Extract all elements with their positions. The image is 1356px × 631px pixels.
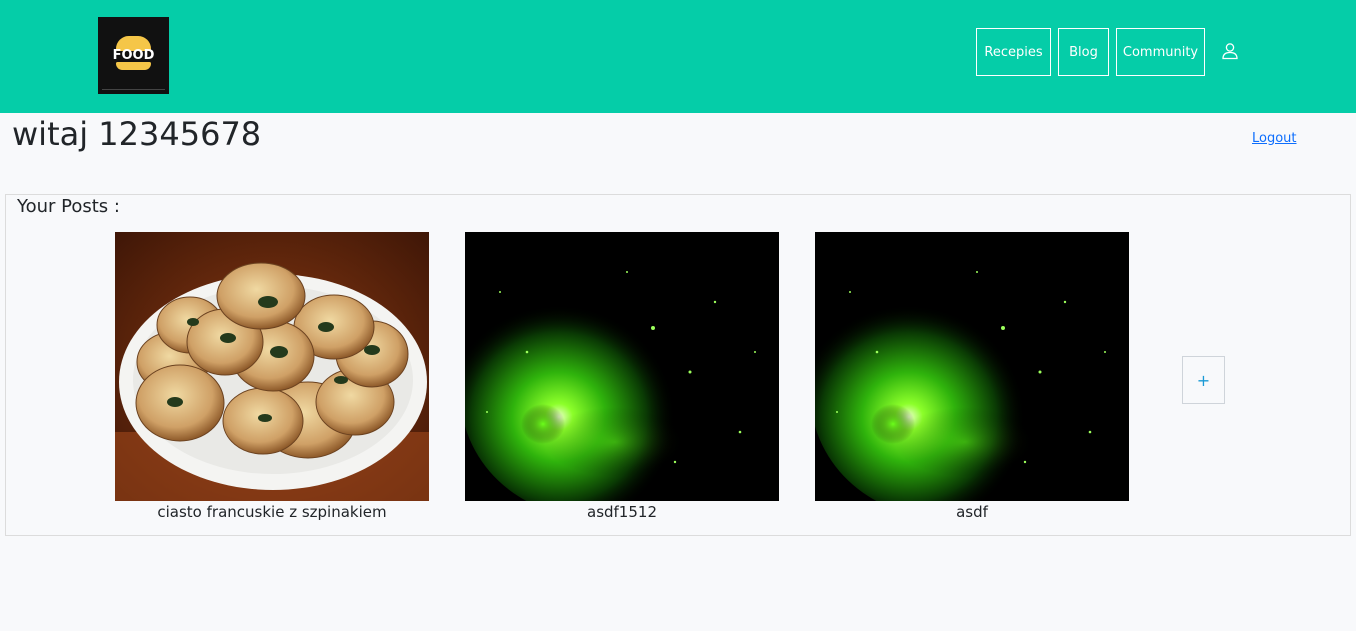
post-image	[465, 232, 779, 501]
nav-blog-button[interactable]: Blog	[1058, 28, 1109, 76]
page-title: witaj 12345678	[12, 115, 262, 153]
post-image	[815, 232, 1129, 501]
add-post-button[interactable]: +	[1182, 356, 1225, 404]
food-logo[interactable]: FOOD	[98, 17, 169, 94]
post-caption: ciasto francuskie z szpinakiem	[157, 503, 387, 521]
nav-community-button[interactable]: Community	[1116, 28, 1205, 76]
logo-text: FOOD	[112, 48, 155, 63]
post-card[interactable]: asdf	[815, 232, 1129, 522]
post-card[interactable]: ciasto francuskie z szpinakiem	[115, 232, 429, 522]
post-caption: asdf	[956, 503, 988, 521]
burger-bun-bottom-icon	[116, 62, 151, 70]
posts-heading: Your Posts :	[17, 196, 120, 217]
user-icon[interactable]	[1221, 42, 1239, 60]
post-caption: asdf1512	[587, 503, 657, 521]
post-image	[115, 232, 429, 501]
post-card[interactable]: asdf1512	[465, 232, 779, 522]
top-navbar: FOOD Recepies Blog Community	[0, 0, 1356, 113]
nav-recipes-button[interactable]: Recepies	[976, 28, 1051, 76]
logo-divider	[102, 89, 165, 90]
logout-link[interactable]: Logout	[1252, 131, 1297, 146]
